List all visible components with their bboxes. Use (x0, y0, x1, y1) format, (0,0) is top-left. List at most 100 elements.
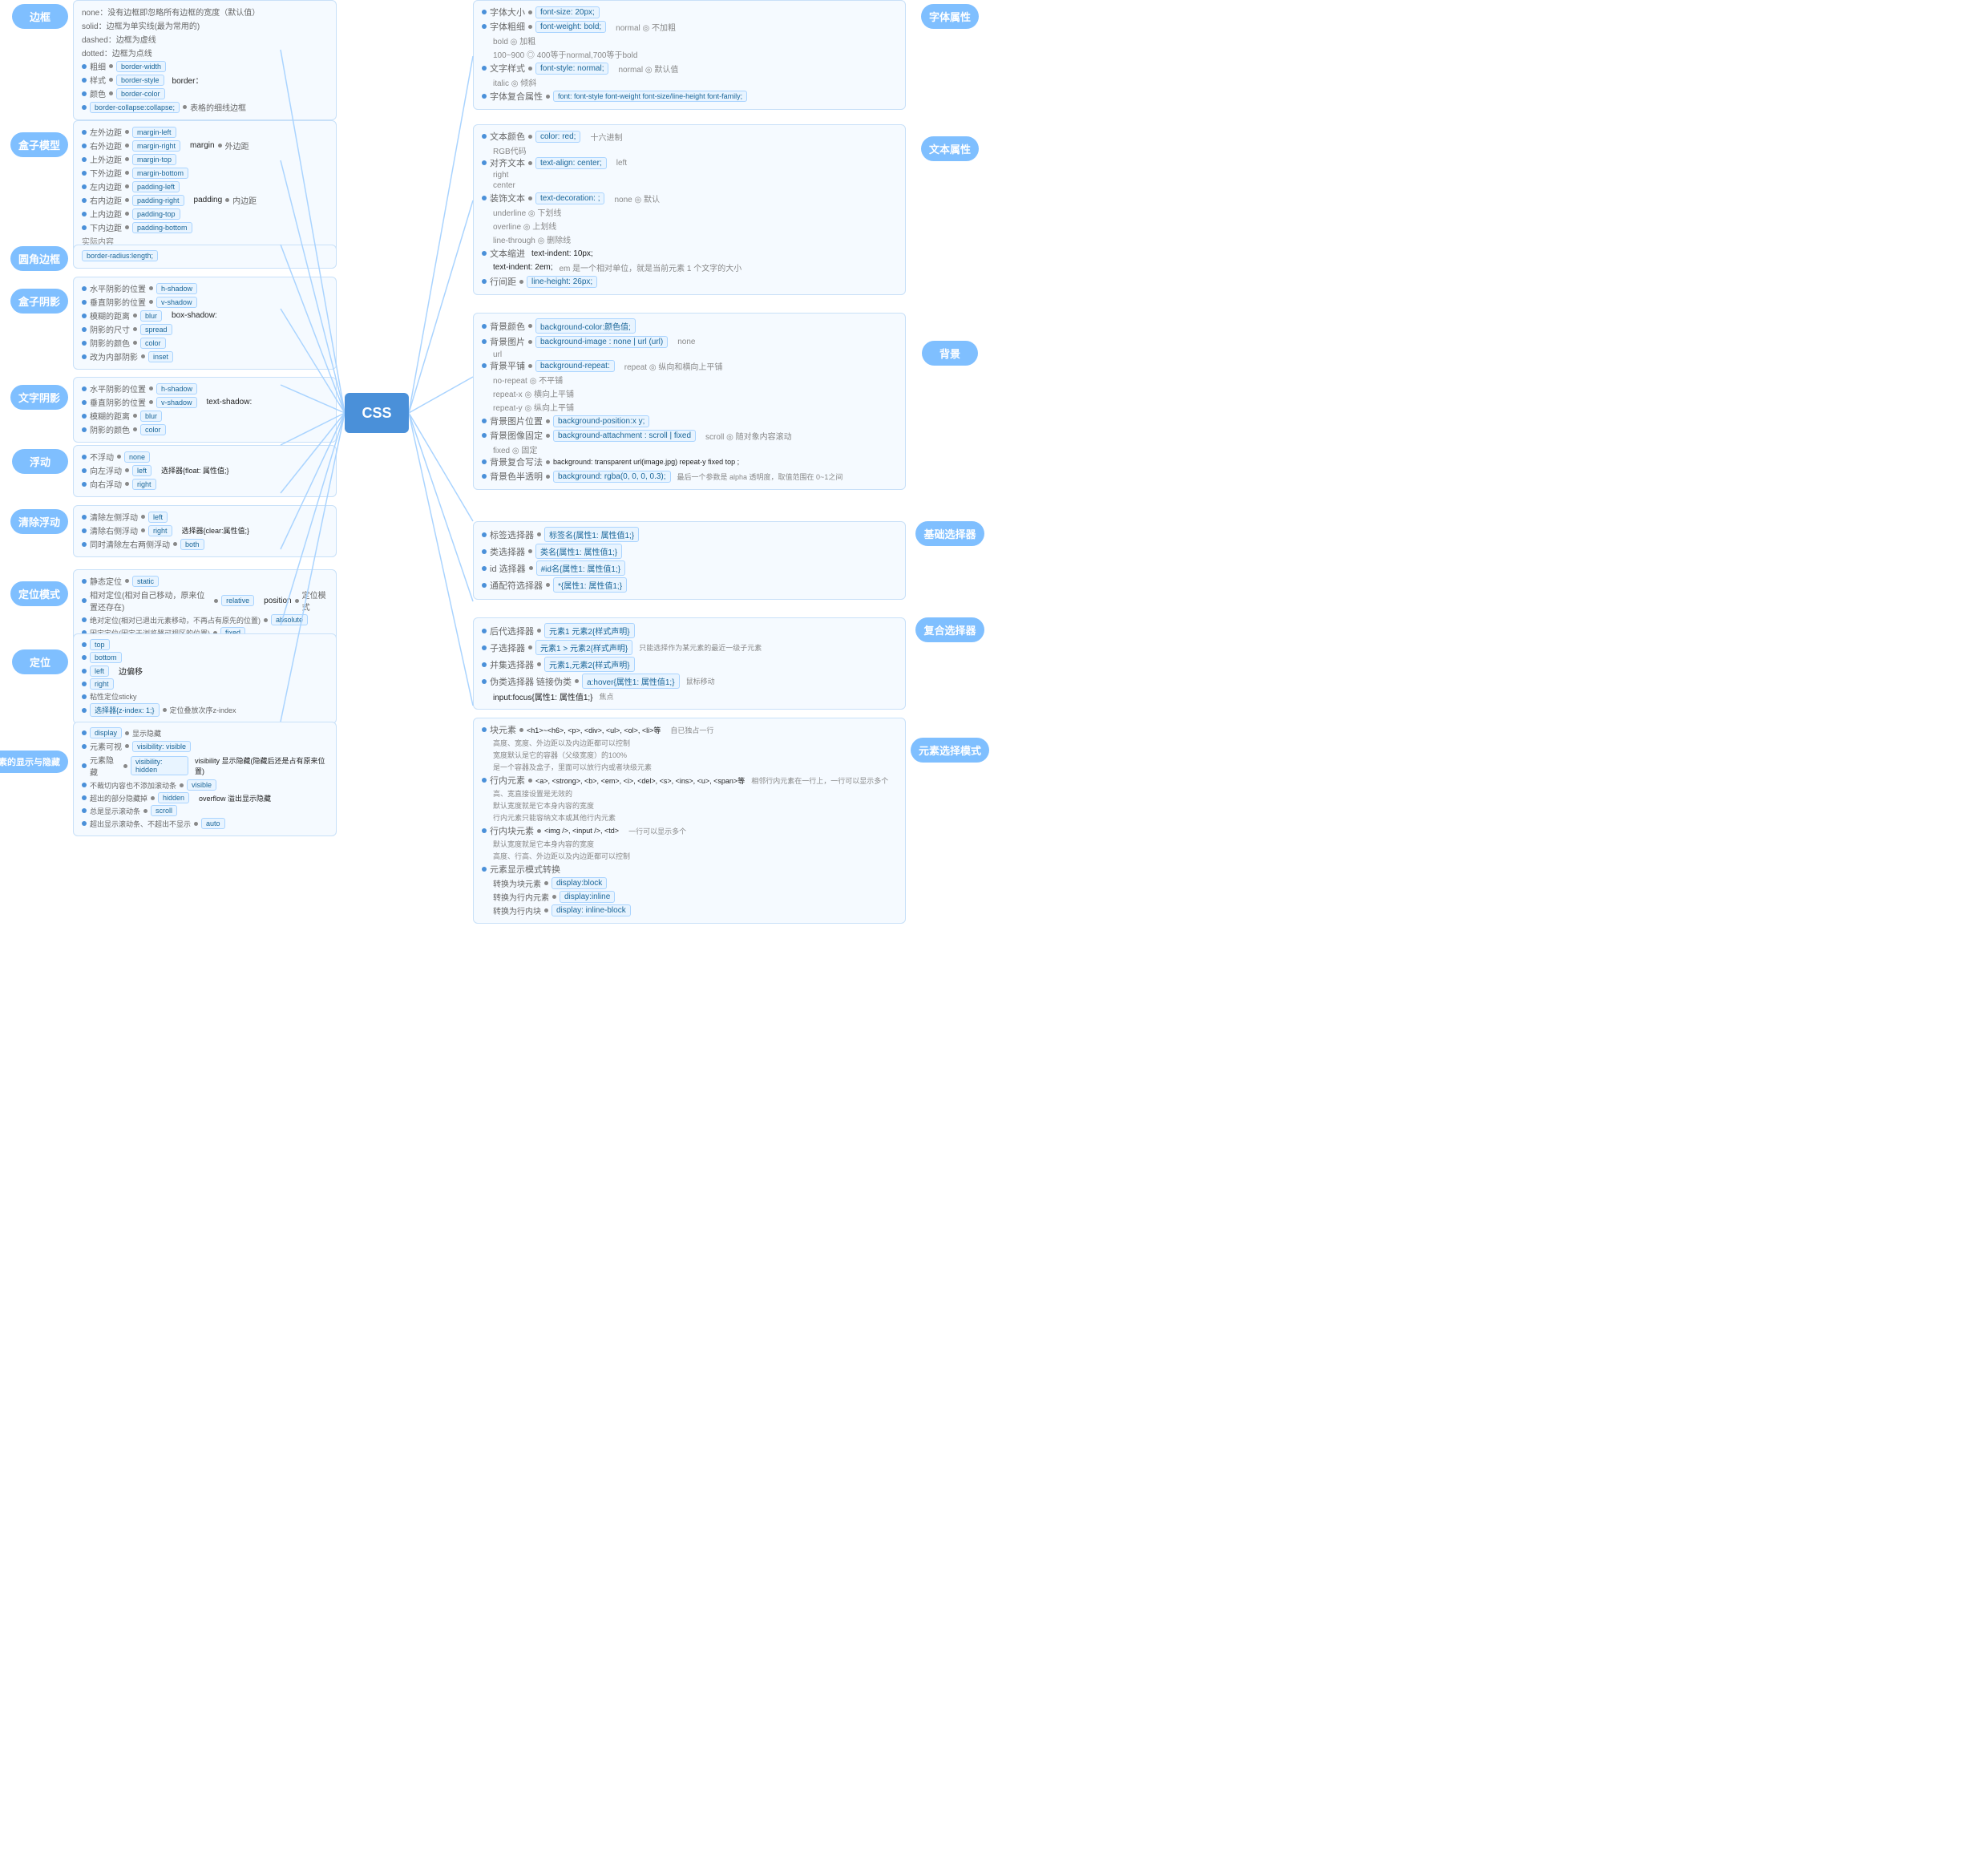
text-indent2-row: text-indent: 2em; em 是一个相对单位，就是当前元素 1 个文… (493, 261, 897, 273)
padding-right-value: padding-right (132, 195, 184, 206)
static-row: 静态定位 static (82, 575, 328, 587)
wildcard-selector-row: 通配符选择器 *{属性1: 属性值1;} (482, 577, 897, 593)
dot-to-inline-block (544, 908, 548, 912)
font-section: 字体大小 font-size: 20px; 字体粗细 font-weight: … (473, 0, 986, 113)
font-style-italic-text: italic ◎ 倾斜 (493, 76, 536, 88)
inline-elem-features: 高、宽直接设置是无效的 默认宽度就是它本身内容的宽度 行内元素只能容纳文本或其他… (493, 788, 897, 823)
dot2-bg-alpha (546, 475, 550, 479)
to-block-row: 转换为块元素 display:block (493, 877, 897, 889)
padding-bottom-row: 下内边距 padding-bottom (82, 221, 328, 233)
font-style-values: italic ◎ 倾斜 (493, 76, 897, 88)
block-elem-features: 高度、宽度、外边距以及内边距都可以控制 宽度默认是它的容器（父级宽度）的100%… (493, 738, 897, 772)
text-deco-underline-row: underline ◎ 下划线 (493, 206, 897, 218)
font-style-row: 文字样式 font-style: normal; normal ◎ 默认值 (482, 62, 897, 75)
dot2-overflow-visible (180, 783, 184, 787)
padding-top-value: padding-top (132, 208, 180, 220)
margin-right-label: 右外边距 (90, 140, 122, 152)
ib-f2-text: 默认宽度就是它本身内容的宽度 (493, 839, 594, 849)
bg-attach-scroll: scroll ◎ 随对象内容滚动 (705, 430, 792, 442)
dot-line-height (482, 279, 487, 284)
padding-bottom-value: padding-bottom (132, 222, 192, 233)
inline-block-tags: <img />, <input />, <td> (544, 827, 619, 835)
text-indent-em-value: text-indent: 2em; (493, 263, 552, 272)
dot-ts-color (82, 427, 87, 432)
font-size-value: font-size: 20px; (535, 6, 600, 18)
bg-repeatx-text: repeat-x ◎ 横向上平铺 (493, 387, 574, 399)
focus-selector-row: input:focus{属性1: 属性值1;} 焦点 (482, 690, 897, 702)
display-hide-properties: display 显示隐藏 元素可视 visibility: visible (73, 722, 337, 840)
dot3-position (295, 599, 299, 603)
bs-h-label: 水平阴影的位置 (90, 282, 146, 294)
mindmap-container: CSS 字体大小 font-size: 20px; (0, 0, 994, 925)
dot-border-collapse (82, 105, 87, 110)
bg-attach-fixed-row: fixed ◎ 固定 (493, 443, 897, 455)
clear-selector-label: 选择器{clear:属性值;} (182, 525, 250, 536)
static-value: static (132, 576, 159, 587)
display-convert-section: 元素显示模式转换 (482, 863, 897, 876)
dot-bs-color (82, 341, 87, 346)
dot2-overflow-hidden (151, 796, 155, 800)
block-f2-text: 高度、宽度、外边距以及内边距都可以控制 (493, 738, 630, 748)
font-weight-normal: normal ◎ 不加粗 (616, 21, 676, 33)
pseudo-note: 鼠标移动 (686, 676, 715, 686)
dot-font-style (482, 66, 487, 71)
basic-selector-section: 标签选择器 标签名{属性1: 属性值1;} 类选择器 类名{属性1: 属性值1;… (473, 521, 986, 603)
font-size-row: 字体大小 font-size: 20px; (482, 6, 897, 18)
overflow-auto-value: auto (201, 818, 225, 829)
bg-norepeat-row: no-repeat ◎ 不平铺 (493, 374, 897, 386)
dot-left-offset (82, 669, 87, 674)
display-show-value: display (90, 727, 122, 738)
dot2-float-right (125, 482, 129, 486)
dot-bs-spread (82, 327, 87, 332)
font-weight-bold-text: bold ◎ 加粗 (493, 34, 535, 47)
dot-block-elem (482, 727, 487, 732)
dot-bg-alpha (482, 474, 487, 479)
dot2-bs-spread (133, 327, 137, 331)
text-deco-row: 装饰文本 text-decoration: ; none ◎ 默认 (482, 192, 897, 204)
dot-id-selector (482, 566, 487, 571)
child-note: 只能选择作为某元素的最近一级子元素 (639, 642, 762, 653)
float-right-row: 向右浮动 right (82, 478, 328, 490)
dot-ts-v (82, 400, 87, 405)
bg-color-value: background-color:颜色值; (535, 318, 636, 334)
dot-bs-v (82, 300, 87, 305)
dot-bg-image (482, 339, 487, 344)
branch-box-shadow: 盒子阴影 (10, 289, 68, 314)
dot-text-color (482, 134, 487, 139)
bg-attach-fixed-text: fixed ◎ 固定 (493, 447, 537, 455)
bg-attach-value: background-attachment : scroll | fixed (553, 430, 696, 442)
vis-hidden-value: visibility: hidden (131, 756, 188, 775)
ts-blur-label: 模糊的距离 (90, 410, 130, 422)
inline-f4: 行内元素只能容纳文本或其他行内元素 (493, 812, 897, 823)
font-weight-label: 字体粗细 (490, 20, 525, 33)
text-deco-none: none ◎ 默认 (614, 192, 660, 204)
text-align-label: 对齐文本 (490, 156, 525, 169)
overflow-label: overflow 溢出显示隐藏 (199, 793, 271, 803)
border-style-row: none：没有边框即忽略所有边框的宽度（默认值） (82, 6, 328, 18)
font-style-normal: normal ◎ 默认值 (618, 63, 678, 75)
dot-vis-hidden (82, 763, 87, 768)
text-color-hex: 十六进制 (590, 131, 622, 143)
id-selector-value: #id名{属性1: 属性值1;} (536, 560, 625, 576)
clear-right-row: 清除右侧浮动 right 选择器{clear:属性值;} (82, 524, 328, 536)
dot-bs-inset (82, 354, 87, 359)
dot2-bg-attach (546, 434, 550, 438)
left-offset-row: left 边偏移 (82, 665, 328, 677)
float-properties: 不浮动 none 向左浮动 left 选择器{float: 属性值;} (73, 445, 337, 500)
clear-both-value: both (180, 539, 204, 550)
padding-left-row: 左内边距 padding-left (82, 180, 328, 192)
dot2-block-elem (519, 728, 523, 732)
dot-static (82, 579, 87, 584)
border-dashed-row: dashed：边框为虚线 (82, 33, 328, 45)
ts-v-label: 垂直阴影的位置 (90, 396, 146, 408)
dot2-border-width (109, 64, 113, 68)
dot2-clear-right (141, 528, 145, 532)
dot-absolute (82, 617, 87, 622)
dot2-vis-hidden (123, 764, 127, 768)
branch-display-mode: 元素选择模式 (911, 738, 989, 763)
float-selector-label: 选择器{float: 属性值;} (161, 465, 229, 475)
text-deco-linethrough: line-through ◎ 删除线 (493, 233, 571, 245)
font-compound-label: 字体复合属性 (490, 90, 543, 103)
bs-spread-row: 阴影的尺寸 spread (82, 323, 328, 335)
class-selector-label: 类选择器 (490, 545, 525, 558)
